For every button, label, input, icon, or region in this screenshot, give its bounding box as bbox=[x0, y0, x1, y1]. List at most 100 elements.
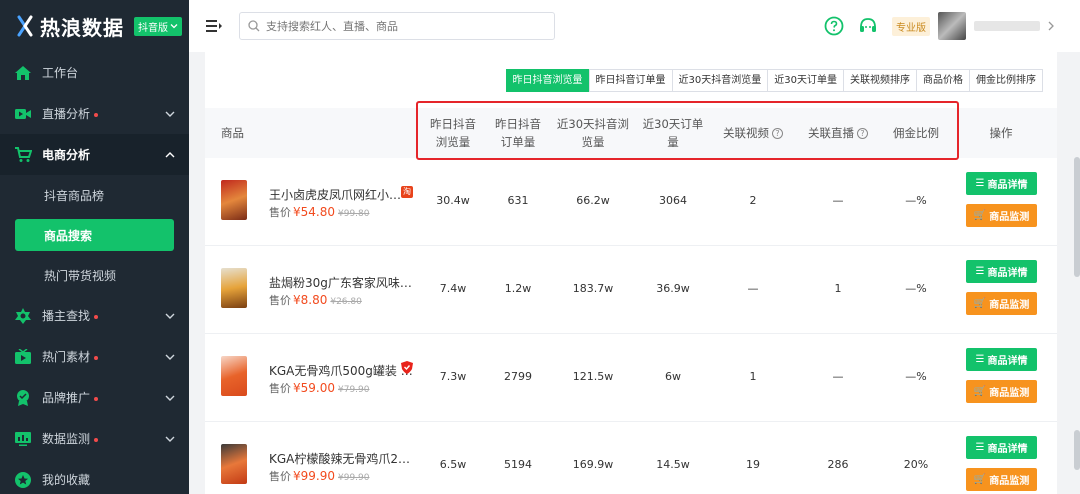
table-row: KGA无骨鸡爪500g罐装 … 售价 ¥59.00 ¥79.90 7.3w 2799… bbox=[205, 334, 1057, 422]
cell-30d-views: 121.5w bbox=[572, 370, 614, 383]
product-price: 售价 ¥99.90 ¥99.90 bbox=[269, 469, 370, 483]
favorite-icon bbox=[14, 471, 32, 489]
shield-icon bbox=[401, 361, 413, 374]
product-name[interactable]: KGA无骨鸡爪500g罐装 … bbox=[269, 362, 413, 379]
product-price: 售价 ¥59.00 ¥79.90 bbox=[269, 381, 370, 395]
sidebar-item-favorites[interactable]: 我的收藏 bbox=[0, 459, 189, 494]
search-box[interactable] bbox=[239, 12, 555, 40]
tab-commission-sort[interactable]: 佣金比例排序 bbox=[969, 69, 1043, 92]
sidebar-item-label: 电商分析 bbox=[42, 148, 91, 162]
product-thumbnail[interactable] bbox=[221, 180, 247, 220]
product-thumbnail[interactable] bbox=[221, 356, 247, 396]
cell-lives: 286 bbox=[827, 458, 849, 471]
cell-30d-views: 66.2w bbox=[576, 194, 610, 207]
sidebar-item-live-analysis[interactable]: 直播分析 bbox=[0, 93, 189, 134]
sidebar-item-anchor-search[interactable]: 播主查找 bbox=[0, 295, 189, 336]
sidebar-sub-douyin-ranking[interactable]: 抖音商品榜 bbox=[0, 175, 189, 215]
scrollbar-bottom[interactable] bbox=[1074, 430, 1080, 470]
cell-30d-orders: 14.5w bbox=[656, 458, 690, 471]
product-name[interactable]: KGA柠檬酸辣无骨鸡爪2… bbox=[269, 450, 410, 467]
anchor-icon bbox=[14, 307, 32, 325]
sidebar-item-data-monitor[interactable]: 数据监测 bbox=[0, 418, 189, 459]
cell-30d-orders: 3064 bbox=[659, 194, 687, 207]
cell-30d-orders: 6w bbox=[665, 370, 681, 383]
product-monitor-button[interactable]: 🛒 商品监测 bbox=[966, 380, 1037, 403]
logo[interactable]: 热浪数据 抖音版 bbox=[0, 0, 189, 52]
username-redacted[interactable] bbox=[974, 21, 1040, 31]
product-monitor-button[interactable]: 🛒 商品监测 bbox=[966, 468, 1037, 491]
product-detail-button[interactable]: ☰ 商品详情 bbox=[966, 172, 1037, 195]
product-price: 售价 ¥54.80 ¥99.80 bbox=[269, 205, 370, 219]
cell-lives: 1 bbox=[834, 282, 842, 295]
table-row: KGA柠檬酸辣无骨鸡爪2… 售价 ¥99.90 ¥99.90 6.5w 5194 1… bbox=[205, 422, 1057, 494]
product-detail-button[interactable]: ☰ 商品详情 bbox=[966, 260, 1037, 283]
product-name[interactable]: 盐焗粉30g广东客家风味… bbox=[269, 274, 412, 291]
topbar-actions: 专业版 bbox=[824, 0, 1080, 52]
sidebar-item-label: 工作台 bbox=[42, 66, 79, 80]
sidebar-item-label: 播主查找 bbox=[42, 307, 165, 324]
help-icon[interactable] bbox=[824, 16, 844, 36]
sidebar-sub-hot-videos[interactable]: 热门带货视频 bbox=[0, 255, 189, 295]
tab-price[interactable]: 商品价格 bbox=[916, 69, 970, 92]
video-icon bbox=[14, 348, 32, 366]
menu-toggle-icon[interactable] bbox=[205, 18, 223, 34]
highlight-box bbox=[416, 101, 959, 160]
sidebar-sub-product-search[interactable]: 商品搜索 bbox=[15, 219, 174, 251]
tab-yday-orders[interactable]: 昨日抖音订单量 bbox=[588, 69, 673, 92]
chevron-right-icon[interactable] bbox=[1046, 21, 1056, 31]
sidebar-item-label: 热门素材 bbox=[42, 348, 165, 365]
sidebar-item-ecommerce[interactable]: 电商分析 bbox=[0, 134, 189, 175]
sidebar-item-label: 我的收藏 bbox=[42, 473, 91, 487]
product-thumbnail[interactable] bbox=[221, 268, 247, 308]
new-dot bbox=[94, 314, 99, 319]
th-actions: 操作 bbox=[989, 126, 1013, 140]
edition-badge[interactable]: 抖音版 bbox=[134, 16, 182, 36]
cell-30d-views: 183.7w bbox=[572, 282, 614, 295]
sidebar-item-label: 直播分析 bbox=[42, 105, 165, 122]
sidebar-item-label: 数据监测 bbox=[42, 430, 165, 447]
chevron-down-icon bbox=[165, 313, 175, 319]
logo-icon bbox=[17, 15, 33, 37]
cart-icon bbox=[14, 146, 32, 164]
list-icon: ☰ bbox=[975, 442, 985, 453]
chevron-down-icon bbox=[165, 354, 175, 360]
product-monitor-button[interactable]: 🛒 商品监测 bbox=[966, 292, 1037, 315]
sidebar-item-hot-materials[interactable]: 热门素材 bbox=[0, 336, 189, 377]
product-monitor-button[interactable]: 🛒 商品监测 bbox=[966, 204, 1037, 227]
monitor-icon bbox=[14, 430, 32, 448]
cell-yday-orders: 5194 bbox=[504, 458, 532, 471]
cell-videos: 2 bbox=[749, 194, 757, 207]
list-icon: ☰ bbox=[975, 266, 985, 277]
tab-yday-views[interactable]: 昨日抖音浏览量 bbox=[505, 69, 590, 92]
tab-30d-views[interactable]: 近30天抖音浏览量 bbox=[671, 69, 769, 92]
sidebar-item-brand-promotion[interactable]: 品牌推广 bbox=[0, 377, 189, 418]
cell-lives: — bbox=[832, 370, 844, 383]
brand-icon bbox=[14, 389, 32, 407]
scrollbar[interactable] bbox=[1074, 157, 1080, 277]
avatar[interactable] bbox=[938, 12, 966, 40]
product-detail-button[interactable]: ☰ 商品详情 bbox=[966, 348, 1037, 371]
cell-commission: —% bbox=[905, 282, 927, 295]
customer-service-icon[interactable] bbox=[858, 16, 878, 36]
cart-icon: 🛒 bbox=[973, 298, 987, 309]
cell-yday-views: 30.4w bbox=[436, 194, 470, 207]
new-dot bbox=[94, 396, 99, 401]
product-price: 售价 ¥8.80 ¥26.80 bbox=[269, 293, 362, 307]
cell-commission: —% bbox=[905, 370, 927, 383]
cell-commission: —% bbox=[905, 194, 927, 207]
cell-yday-views: 7.3w bbox=[439, 370, 467, 383]
tab-video-sort[interactable]: 关联视频排序 bbox=[843, 69, 917, 92]
sidebar-item-workbench[interactable]: 工作台 bbox=[0, 52, 189, 93]
cell-videos: — bbox=[747, 282, 759, 295]
product-detail-button[interactable]: ☰ 商品详情 bbox=[966, 436, 1037, 459]
plan-badge: 专业版 bbox=[892, 16, 930, 36]
app-name: 热浪数据 bbox=[40, 15, 124, 40]
tab-30d-orders[interactable]: 近30天订单量 bbox=[767, 69, 844, 92]
cell-lives: — bbox=[832, 194, 844, 207]
table-row: 王小卤虎皮凤爪网红小… 淘 售价 ¥54.80 ¥99.80 30.4w 631 6… bbox=[205, 158, 1057, 246]
search-input[interactable] bbox=[266, 19, 546, 33]
product-thumbnail[interactable] bbox=[221, 444, 247, 484]
th-product: 商品 bbox=[221, 126, 244, 140]
taobao-icon: 淘 bbox=[401, 186, 413, 198]
product-name[interactable]: 王小卤虎皮凤爪网红小… bbox=[269, 186, 401, 203]
